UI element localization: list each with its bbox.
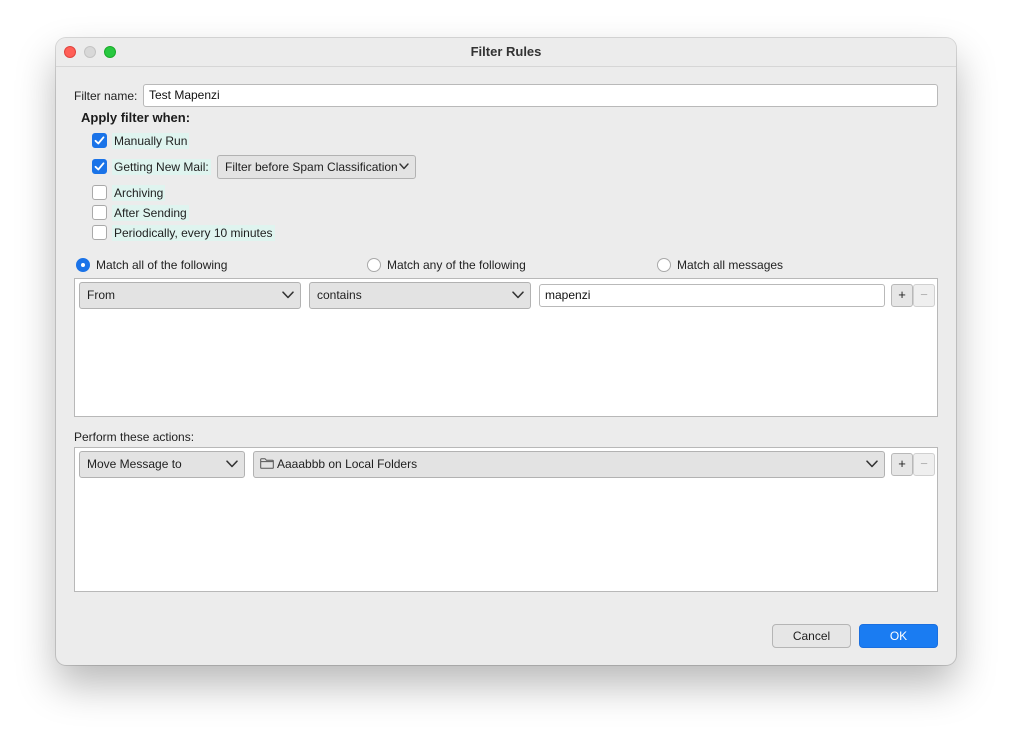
title-bar: Filter Rules <box>56 38 956 67</box>
chevron-down-icon <box>282 291 294 299</box>
criteria-field-value: From <box>87 288 115 302</box>
filter-rules-window: Filter Rules Filter name: Test Mapenzi A… <box>56 38 956 665</box>
after-sending-label: After Sending <box>112 205 189 221</box>
actions-label: Perform these actions: <box>74 430 195 444</box>
match-any-label: Match any of the following <box>387 258 526 272</box>
periodically-label: Periodically, every 10 minutes <box>112 225 275 241</box>
match-all-messages-radio[interactable] <box>657 258 671 272</box>
filter-name-label: Filter name: <box>74 89 138 103</box>
archiving-checkbox[interactable] <box>92 185 107 200</box>
cancel-button[interactable]: Cancel <box>772 624 851 648</box>
chevron-down-icon <box>866 460 878 468</box>
check-icon <box>94 136 105 145</box>
manually-run-checkbox[interactable] <box>92 133 107 148</box>
criteria-value-input[interactable]: mapenzi <box>539 284 885 307</box>
new-mail-timing-dropdown[interactable]: Filter before Spam Classification <box>217 155 416 179</box>
getting-new-mail-checkbox[interactable] <box>92 159 107 174</box>
archiving-label: Archiving <box>112 185 166 201</box>
folder-icon <box>260 458 274 469</box>
add-action-button[interactable]: + <box>891 453 913 476</box>
new-mail-timing-value: Filter before Spam Classification <box>225 160 398 174</box>
action-type-value: Move Message to <box>87 457 182 471</box>
match-any-radio[interactable] <box>367 258 381 272</box>
apply-filter-heading: Apply filter when: <box>81 110 191 125</box>
periodically-checkbox[interactable] <box>92 225 107 240</box>
criteria-operator-value: contains <box>317 288 362 302</box>
filter-name-input[interactable]: Test Mapenzi <box>143 84 938 107</box>
criteria-field-dropdown[interactable]: From <box>79 282 301 309</box>
chevron-down-icon <box>399 163 409 170</box>
after-sending-checkbox[interactable] <box>92 205 107 220</box>
match-all-messages-label: Match all messages <box>677 258 784 272</box>
remove-criterion-button[interactable]: − <box>913 284 935 307</box>
chevron-down-icon <box>512 291 524 299</box>
chevron-down-icon <box>226 460 238 468</box>
action-target-value: Aaaabbb on Local Folders <box>277 457 418 471</box>
match-all-radio[interactable] <box>76 258 90 272</box>
getting-new-mail-label: Getting New Mail: <box>112 159 211 175</box>
action-type-dropdown[interactable]: Move Message to <box>79 451 245 478</box>
ok-button[interactable]: OK <box>859 624 938 648</box>
criteria-operator-dropdown[interactable]: contains <box>309 282 531 309</box>
match-all-label: Match all of the following <box>96 258 228 272</box>
check-icon <box>94 162 105 171</box>
window-title: Filter Rules <box>470 44 542 59</box>
remove-action-button[interactable]: − <box>913 453 935 476</box>
manually-run-label: Manually Run <box>112 133 190 149</box>
action-target-folder-dropdown[interactable]: Aaaabbb on Local Folders <box>253 451 885 478</box>
add-criterion-button[interactable]: + <box>891 284 913 307</box>
